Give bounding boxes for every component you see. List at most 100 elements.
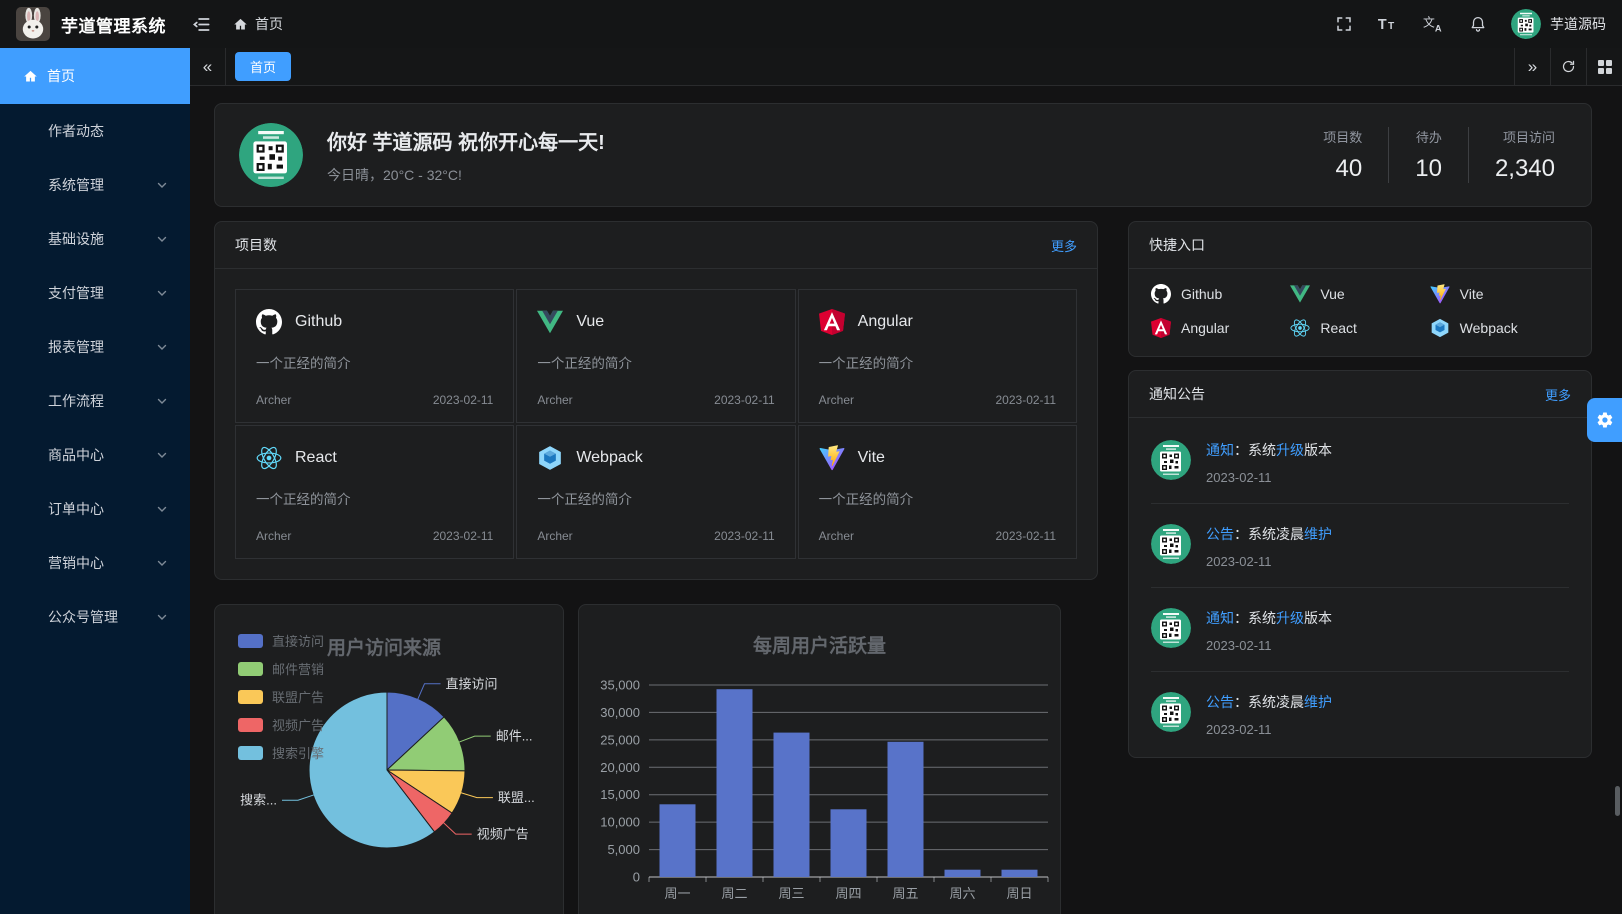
project-card-react[interactable]: React 一个正经的简介 Archer2023-02-11 [235, 425, 514, 559]
notice-item[interactable]: 通知：系统升级版本 2023-02-11 [1151, 420, 1569, 503]
theme-settings-button[interactable] [1587, 398, 1622, 442]
angular-icon [1151, 318, 1171, 338]
notice-avatar [1151, 608, 1191, 648]
qr-avatar-image [1511, 9, 1541, 39]
shortcut-github[interactable]: Github [1151, 284, 1290, 304]
shortcut-vite[interactable]: Vite [1430, 284, 1569, 304]
sidebar-item[interactable]: 系统管理 [0, 158, 190, 212]
svg-text:T: T [1378, 17, 1387, 33]
angular-icon [819, 309, 845, 335]
sidebar-item-label: 商品中心 [48, 445, 104, 465]
shortcut-label: Github [1181, 286, 1222, 302]
notice-item[interactable]: 公告：系统凌晨维护 2023-02-11 [1151, 671, 1569, 755]
grid-menu-icon[interactable] [1586, 48, 1622, 85]
sidebar-item[interactable]: 首页 [0, 48, 190, 104]
sidebar-item[interactable]: 营销中心 [0, 536, 190, 590]
user-menu[interactable]: 芋道源码 [1511, 9, 1606, 39]
svg-text:30,000: 30,000 [600, 705, 640, 720]
shortcuts-panel-title: 快捷入口 [1149, 235, 1205, 255]
sidebar-item[interactable]: 基础设施 [0, 212, 190, 266]
shortcut-webpack[interactable]: Webpack [1430, 318, 1569, 338]
breadcrumb[interactable]: 首页 [233, 14, 283, 34]
project-card-github[interactable]: Github 一个正经的简介 Archer2023-02-11 [235, 289, 514, 423]
notice-item[interactable]: 通知：系统升级版本 2023-02-11 [1151, 587, 1569, 671]
chevron-down-icon [156, 449, 168, 461]
shortcut-vue[interactable]: Vue [1290, 284, 1429, 304]
svg-text:视频广告: 视频广告 [477, 827, 529, 842]
bar-chart-card: 每周用户活跃量 05,00010,00015,00020,00025,00030… [578, 604, 1061, 914]
menu-fold-icon[interactable] [192, 15, 211, 34]
projects-panel-title: 项目数 [235, 235, 277, 255]
shortcut-react[interactable]: React [1290, 318, 1429, 338]
qr-avatar-image [239, 123, 303, 187]
locale-icon[interactable]: 文 A [1423, 14, 1445, 34]
notice-avatar [1151, 524, 1191, 564]
sidebar-item[interactable]: 支付管理 [0, 266, 190, 320]
project-desc: 一个正经的简介 [256, 352, 493, 372]
react-icon [256, 445, 282, 471]
app-logo[interactable] [16, 7, 50, 41]
tabs-scroll-left-icon[interactable]: « [190, 48, 226, 85]
svg-text:周三: 周三 [778, 886, 804, 901]
welcome-stat: 项目访问 2,340 [1468, 127, 1555, 183]
pie-chart-title: 用户访问来源 [327, 633, 441, 660]
project-desc: 一个正经的简介 [819, 352, 1056, 372]
tabs-scroll-right-icon[interactable]: » [1514, 48, 1550, 85]
pie-legend-item[interactable]: 邮件营销 [238, 659, 324, 678]
welcome-greeting: 你好 芋道源码 祝你开心每一天! [327, 126, 605, 155]
svg-text:周四: 周四 [835, 886, 861, 901]
qr-avatar-image [1151, 440, 1191, 480]
refresh-icon[interactable] [1550, 48, 1586, 85]
bar-chart-title: 每周用户活跃量 [579, 631, 1060, 658]
project-date: 2023-02-11 [714, 393, 775, 407]
shortcuts-panel: 快捷入口 Github VueVite Angular ReactWebpack [1128, 221, 1592, 357]
svg-text:10,000: 10,000 [600, 815, 640, 830]
qr-avatar-image [1151, 608, 1191, 648]
notices-panel-title: 通知公告 [1149, 384, 1205, 404]
app-title: 芋道管理系统 [61, 12, 166, 37]
svg-text:文: 文 [1423, 16, 1435, 30]
notice-avatar [1151, 692, 1191, 732]
project-card-vue[interactable]: Vue 一个正经的简介 Archer2023-02-11 [516, 289, 795, 423]
project-author: Archer [819, 529, 854, 543]
project-card-vite[interactable]: Vite 一个正经的简介 Archer2023-02-11 [798, 425, 1077, 559]
sidebar-item[interactable]: 作者动态 [0, 104, 190, 158]
sidebar-item[interactable]: 公众号管理 [0, 590, 190, 644]
project-date: 2023-02-11 [996, 393, 1057, 407]
user-avatar [1511, 9, 1541, 39]
project-author: Archer [819, 393, 854, 407]
notice-item[interactable]: 公告：系统凌晨维护 2023-02-11 [1151, 503, 1569, 587]
sidebar-item[interactable]: 报表管理 [0, 320, 190, 374]
pie-legend-item[interactable]: 联盟广告 [238, 687, 324, 706]
pie-legend-item[interactable]: 视频广告 [238, 715, 324, 734]
project-desc: 一个正经的简介 [537, 488, 774, 508]
projects-more-link[interactable]: 更多 [1051, 236, 1077, 255]
github-icon [256, 309, 282, 335]
shortcut-angular[interactable]: Angular [1151, 318, 1290, 338]
pie-legend-item[interactable]: 直接访问 [238, 631, 324, 650]
notification-bell-icon[interactable] [1469, 15, 1487, 33]
notices-more-link[interactable]: 更多 [1545, 385, 1571, 404]
projects-grid: Github 一个正经的简介 Archer2023-02-11Vue 一个正经的… [215, 269, 1097, 579]
sidebar-item[interactable]: 商品中心 [0, 428, 190, 482]
tab-首页[interactable]: 首页 [235, 52, 291, 81]
top-navbar: 芋道管理系统 首页 T T 文 A [0, 0, 1622, 48]
fullscreen-icon[interactable] [1335, 15, 1353, 33]
font-size-icon[interactable]: T T [1377, 15, 1399, 33]
project-author: Archer [256, 529, 291, 543]
notices-list: 通知：系统升级版本 2023-02-11 公告：系统凌晨维护 2023-02-1… [1129, 418, 1591, 757]
project-card-angular[interactable]: Angular 一个正经的简介 Archer2023-02-11 [798, 289, 1077, 423]
shortcut-label: Angular [1181, 320, 1229, 336]
sidebar-item[interactable]: 工作流程 [0, 374, 190, 428]
project-card-webpack[interactable]: Webpack 一个正经的简介 Archer2023-02-11 [516, 425, 795, 559]
project-name: Vue [576, 313, 604, 331]
username: 芋道源码 [1550, 14, 1606, 34]
pie-legend-item[interactable]: 搜索引擎 [238, 743, 324, 762]
legend-swatch [238, 690, 263, 704]
sidebar: 首页作者动态系统管理基础设施支付管理报表管理工作流程商品中心订单中心营销中心公众… [0, 48, 190, 914]
scrollbar-thumb[interactable] [1615, 786, 1620, 816]
legend-label: 视频广告 [272, 715, 324, 734]
chevron-down-icon [156, 503, 168, 515]
sidebar-item[interactable]: 订单中心 [0, 482, 190, 536]
sidebar-item-label: 首页 [47, 66, 75, 86]
